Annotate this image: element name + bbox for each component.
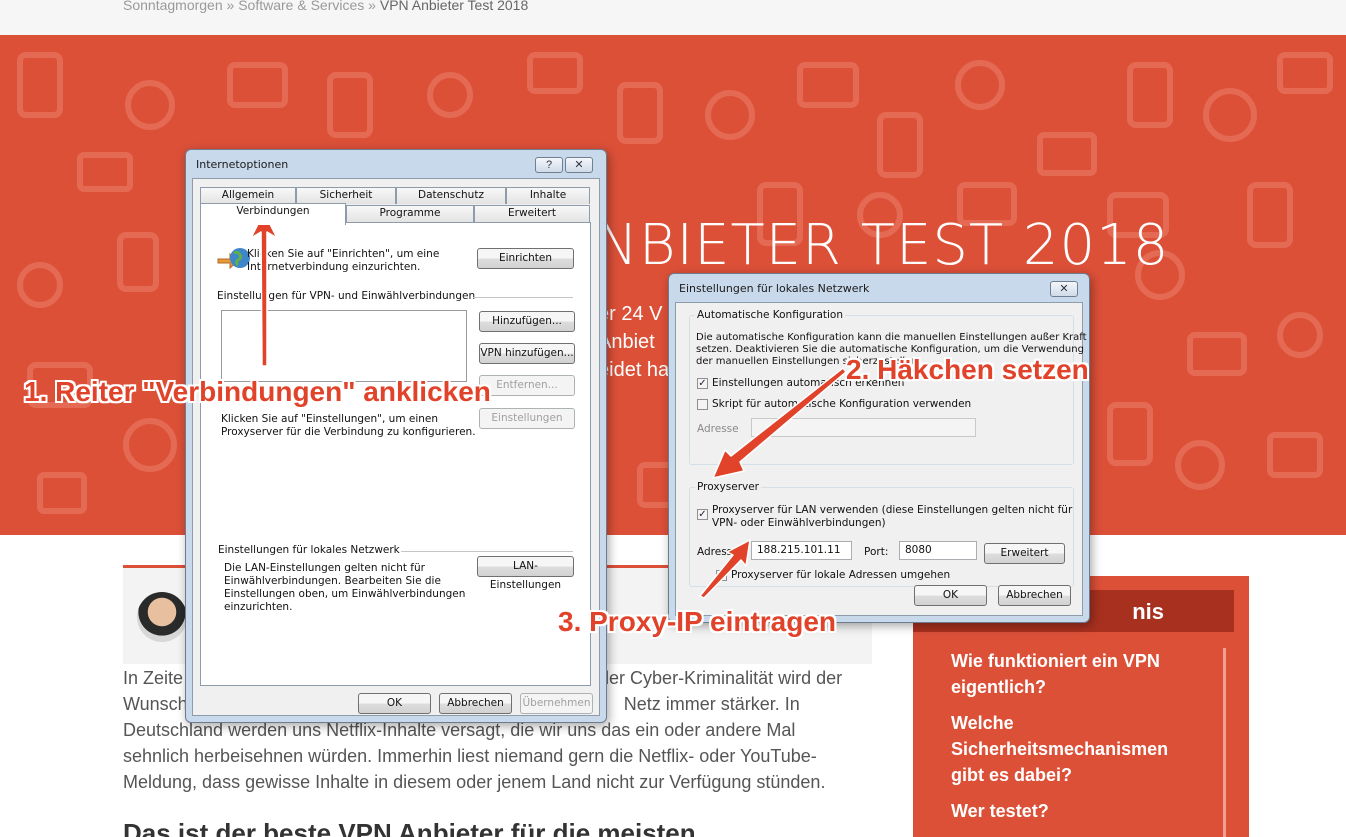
vpn-section-label: Einstellungen für VPN- und Einwählverbin… xyxy=(217,290,476,302)
lan-settings-dialog: Einstellungen für lokales Netzwerk ✕ Aut… xyxy=(668,273,1090,623)
tab-programme[interactable]: Programme xyxy=(346,205,474,222)
dialog-title: Internetoptionen xyxy=(196,158,289,171)
auto-script-label: Skript für automatische Konfiguration ve… xyxy=(712,398,972,410)
hero-subtitle-line: eidet ha xyxy=(598,359,670,381)
lan-text: einzurichten. xyxy=(224,601,293,613)
advanced-button[interactable]: Erweitert xyxy=(984,543,1065,564)
auto-script-checkbox[interactable] xyxy=(697,399,708,410)
ok-button[interactable]: OK xyxy=(914,585,987,606)
use-proxy-checkbox[interactable]: ✓ xyxy=(697,509,708,520)
toc-item[interactable]: Wer testet? xyxy=(951,798,1191,824)
script-address-input[interactable] xyxy=(751,418,976,437)
article-line: sehnlich herbeisehnen würden. Immerhin l… xyxy=(123,746,817,766)
apply-button[interactable]: Übernehmen xyxy=(520,693,593,714)
toc-item[interactable]: Welche Sicherheitsmechanismen gibt es da… xyxy=(951,710,1191,788)
remove-button[interactable]: Entfernen... xyxy=(479,375,575,396)
use-proxy-label: VPN- oder Einwählverbindungen) xyxy=(712,517,886,529)
bypass-local-checkbox[interactable] xyxy=(716,570,727,581)
tab-erweitert[interactable]: Erweitert xyxy=(474,205,590,222)
setup-text: Internetverbindung einzurichten. xyxy=(247,261,421,273)
annotation-step2: 2. Häkchen setzen xyxy=(846,354,1089,385)
auto-config-label: Automatische Konfiguration xyxy=(695,309,846,322)
tab-inhalte[interactable]: Inhalte xyxy=(506,187,590,204)
lan-settings-button[interactable]: LAN-Einstellungen xyxy=(477,556,574,591)
settings-button[interactable]: Einstellungen xyxy=(479,408,575,429)
proxy-address-label: Adresse: xyxy=(697,546,743,558)
connections-tab-panel: Klicken Sie auf "Einrichten", um eine In… xyxy=(200,222,591,686)
cancel-button[interactable]: Abbrechen xyxy=(439,693,512,714)
hero-subtitle-line: er 24 V xyxy=(598,303,663,325)
add-button[interactable]: Hinzufügen... xyxy=(479,311,575,332)
proxy-hint: Klicken Sie auf "Einstellungen", um eine… xyxy=(221,413,439,425)
article-heading: Das ist der beste VPN Anbieter für die m… xyxy=(123,818,696,837)
tab-sicherheit[interactable]: Sicherheit xyxy=(296,187,396,204)
top-bar: Sonntagmorgen » Software & Services » VP… xyxy=(0,0,1346,35)
proxy-hint: Proxyserver für die Verbindung zu konfig… xyxy=(221,426,476,438)
toc-list: Wie funktioniert ein VPN eigentlich? Wel… xyxy=(951,648,1191,834)
auto-detect-checkbox[interactable]: ✓ xyxy=(697,378,708,389)
dialog-body: Allgemein Sicherheit Datenschutz Inhalte… xyxy=(192,178,600,716)
tab-datenschutz[interactable]: Datenschutz xyxy=(396,187,506,204)
setup-text: Klicken Sie auf "Einrichten", um eine xyxy=(247,248,440,260)
lan-text: Einstellungen oben, um Einwählverbindung… xyxy=(224,588,466,600)
port-label: Port: xyxy=(864,546,889,558)
port-input[interactable]: 8080 xyxy=(899,541,977,560)
bypass-local-label: Proxyserver für lokale Adressen umgehen xyxy=(731,569,951,581)
toc-item[interactable]: Wie funktioniert ein VPN eigentlich? xyxy=(951,648,1191,700)
toc-scrollbar[interactable] xyxy=(1223,648,1226,837)
breadcrumb-category[interactable]: Software & Services xyxy=(238,0,364,13)
breadcrumb-home[interactable]: Sonntagmorgen xyxy=(123,0,223,13)
dialog-title: Einstellungen für lokales Netzwerk xyxy=(679,282,870,295)
setup-button[interactable]: Einrichten xyxy=(477,248,574,269)
cancel-button[interactable]: Abbrechen xyxy=(998,585,1071,606)
breadcrumb-current: VPN Anbieter Test 2018 xyxy=(379,0,529,13)
use-proxy-label: Proxyserver für LAN verwenden (diese Ein… xyxy=(712,504,1073,516)
breadcrumb: Sonntagmorgen » Software & Services » VP… xyxy=(123,0,528,13)
annotation-step1: 1. Reiter "Verbindungen" anklicken xyxy=(24,376,491,407)
article-line: Meldung, dass gewisse Inhalte in diesem … xyxy=(123,772,826,792)
vpn-connections-list[interactable] xyxy=(221,310,467,382)
add-vpn-button[interactable]: VPN hinzufügen... xyxy=(479,343,575,364)
tab-verbindungen[interactable]: Verbindungen xyxy=(200,203,346,225)
annotation-step3: 3. Proxy-IP eintragen xyxy=(558,606,837,637)
script-address-label: Adresse xyxy=(697,423,739,435)
internet-options-dialog: Internetoptionen ? ✕ Allgemein Sicherhei… xyxy=(185,149,607,723)
lan-text: Die LAN-Einstellungen gelten nicht für xyxy=(224,562,425,574)
lan-section-label: Einstellungen für lokales Netzwerk xyxy=(218,544,400,556)
tab-allgemein[interactable]: Allgemein xyxy=(200,187,296,204)
help-button[interactable]: ? xyxy=(535,157,563,173)
proxy-group-label: Proxyserver xyxy=(695,481,762,494)
dialog-body: Automatische Konfiguration Die automatis… xyxy=(675,302,1087,616)
lan-text: Einwählverbindungen. Bearbeiten Sie die xyxy=(224,575,441,587)
proxy-address-input[interactable]: 188.215.101.11 xyxy=(751,541,852,560)
close-button[interactable]: ✕ xyxy=(1050,281,1078,297)
hero-title: NBIETER TEST 2018 xyxy=(596,213,1170,278)
ok-button[interactable]: OK xyxy=(358,693,431,714)
avatar xyxy=(137,592,187,642)
close-button[interactable]: ✕ xyxy=(565,157,593,173)
